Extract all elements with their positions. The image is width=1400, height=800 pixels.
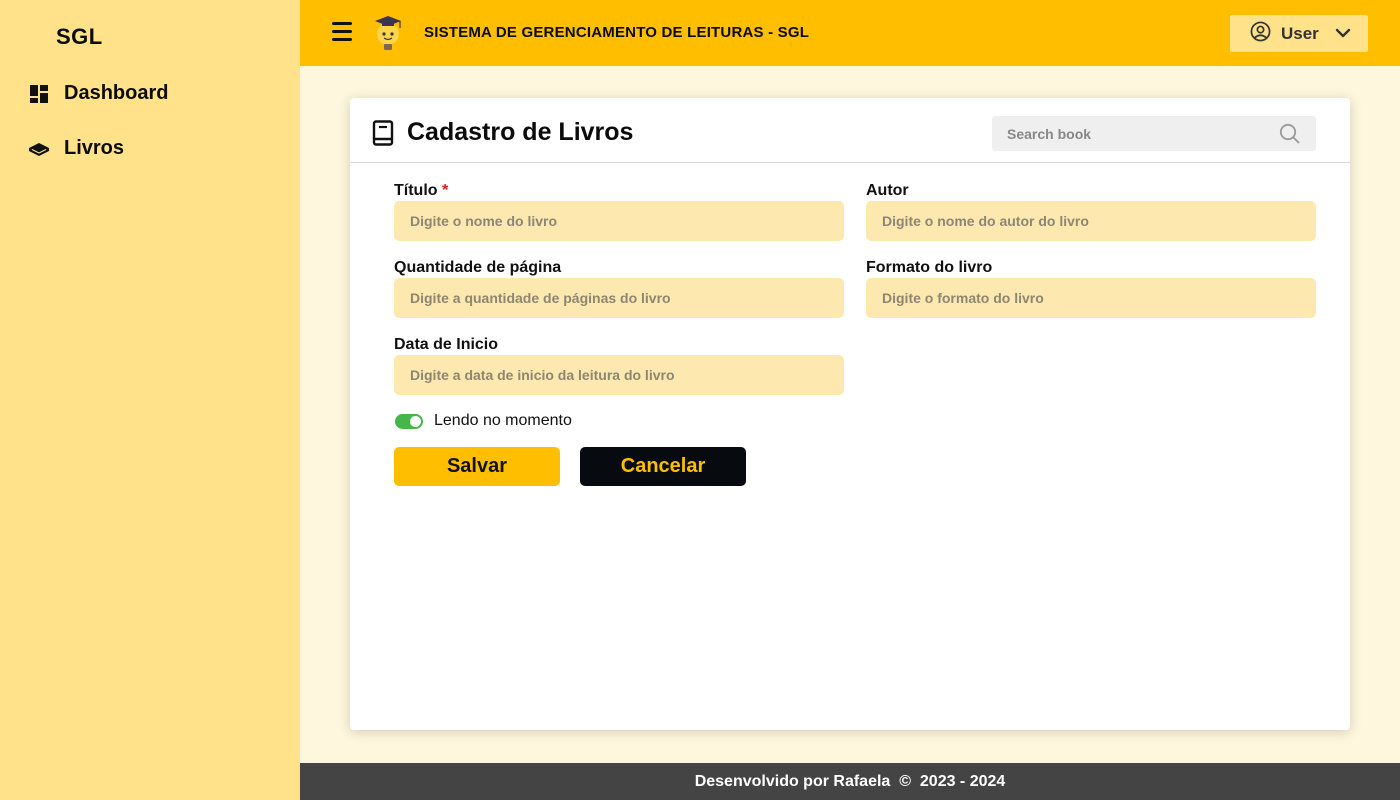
cancel-button[interactable]: Cancelar [580, 447, 746, 486]
lightbulb-mascot-logo [370, 12, 406, 54]
footer-text: Desenvolvido por Rafaela © 2023 - 2024 [694, 772, 1006, 790]
data-inicio-label: Data de Inicio [394, 336, 499, 353]
sidebar-item-dashboard[interactable]: Dashboard [28, 82, 168, 105]
brand-logo-text: SGL [56, 24, 103, 49]
card-header: Cadastro de Livros [350, 98, 1350, 163]
quantidade-field[interactable] [394, 278, 844, 318]
book-icon [372, 120, 396, 146]
chevron-down-icon [1335, 25, 1351, 43]
app-title: SISTEMA DE GERENCIAMENTO DE LEITURAS - S… [424, 24, 810, 41]
book-registration-card: Cadastro de Livros Título * Autor Quanti… [350, 98, 1350, 730]
data-inicio-field[interactable] [394, 355, 844, 395]
formato-field[interactable] [866, 278, 1316, 318]
titulo-field[interactable] [394, 201, 844, 241]
reading-now-toggle[interactable] [395, 414, 423, 429]
dashboard-icon [28, 83, 50, 105]
top-bar: SISTEMA DE GERENCIAMENTO DE LEITURAS - S… [300, 0, 1400, 66]
sidebar-item-livros[interactable]: Livros [28, 137, 124, 160]
book-stack-icon [28, 138, 50, 160]
footer: Desenvolvido por Rafaela © 2023 - 2024 [300, 763, 1400, 800]
user-menu-button[interactable]: User [1230, 15, 1368, 52]
required-marker: * [442, 182, 449, 199]
search-icon[interactable] [1279, 123, 1300, 144]
reading-now-label: Lendo no momento [434, 412, 572, 429]
search-box [992, 116, 1316, 151]
sidebar: SGL Dashboard Livros [0, 0, 300, 800]
sidebar-item-label: Livros [64, 137, 125, 159]
autor-field[interactable] [866, 201, 1316, 241]
search-input[interactable] [992, 116, 1262, 151]
save-button[interactable]: Salvar [394, 447, 560, 486]
menu-icon[interactable] [332, 22, 354, 44]
page-title: Cadastro de Livros [407, 118, 634, 146]
sidebar-item-label: Dashboard [64, 82, 169, 104]
toggle-knob [410, 416, 421, 427]
user-label: User [1281, 23, 1319, 43]
formato-label: Formato do livro [866, 259, 993, 276]
quantidade-label: Quantidade de página [394, 259, 562, 276]
titulo-label: Título * [394, 182, 448, 200]
autor-label: Autor [866, 182, 909, 199]
user-circle-icon [1250, 21, 1271, 47]
titulo-label-text: Título [394, 182, 438, 199]
